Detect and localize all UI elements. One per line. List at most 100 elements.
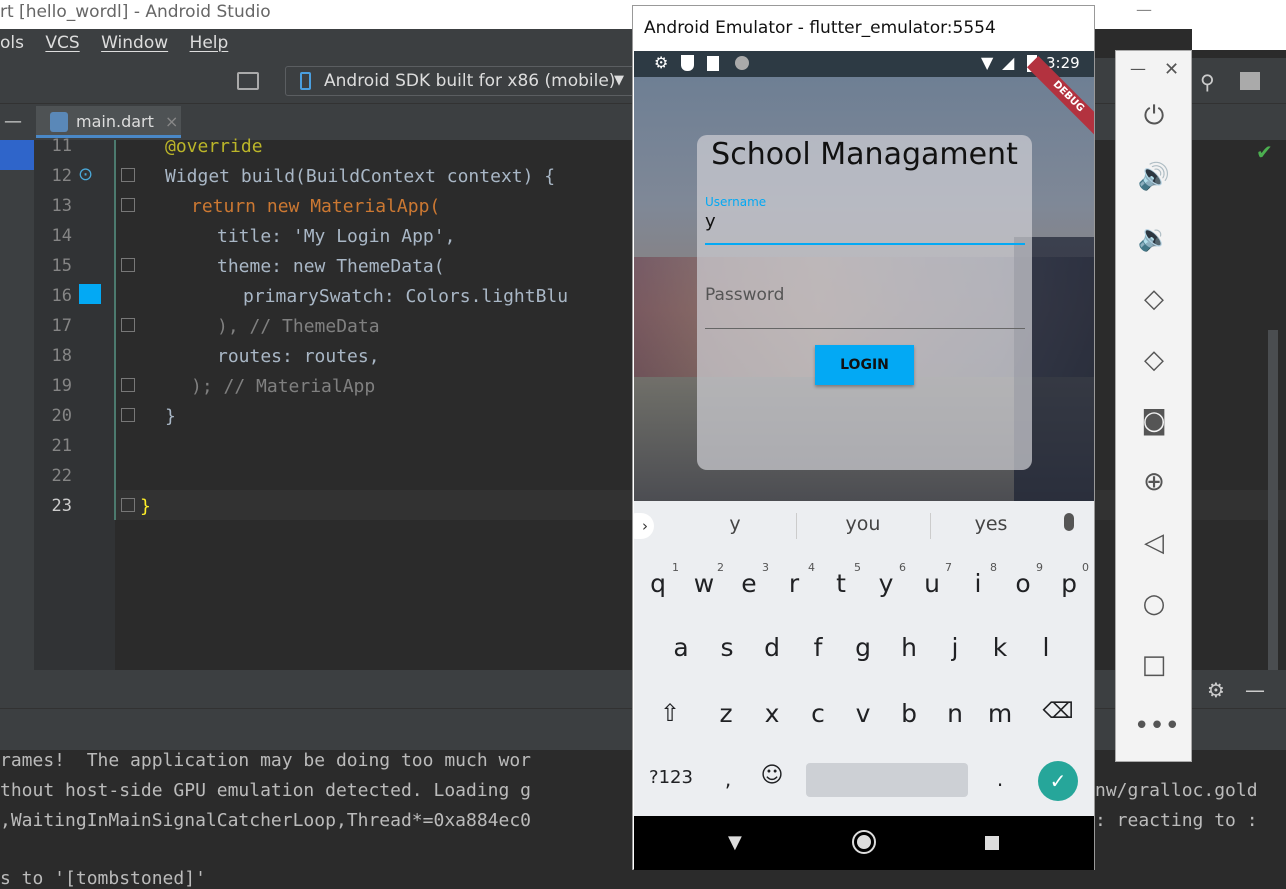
collapse-icon[interactable]: — <box>4 111 22 132</box>
code-line[interactable]: title: 'My Login App', <box>217 226 455 247</box>
close-icon[interactable]: × <box>165 112 178 131</box>
close-icon[interactable]: ✕ <box>1164 59 1179 80</box>
scrollbar[interactable] <box>1268 330 1278 670</box>
power-icon[interactable]: ⏻ <box>1134 96 1174 136</box>
emoji-key-icon[interactable]: ☺ <box>752 763 792 788</box>
username-label: Username <box>705 195 767 209</box>
key-a[interactable]: a <box>661 633 701 662</box>
key-hint: 3 <box>762 561 769 574</box>
home-icon[interactable]: ○ <box>1134 584 1174 624</box>
rotate-left-icon[interactable]: ◇ <box>1134 279 1174 319</box>
login-button[interactable]: LOGIN <box>815 345 914 385</box>
left-tool-strip <box>0 140 34 670</box>
volume-down-icon[interactable]: 🔉 <box>1134 218 1174 258</box>
fold-icon[interactable] <box>121 498 135 512</box>
run-config-icon[interactable] <box>237 72 259 90</box>
key-n[interactable]: n <box>935 699 975 728</box>
backspace-key-icon[interactable]: ⌫ <box>1038 699 1078 724</box>
override-marker-icon[interactable]: ⊙ <box>78 164 93 185</box>
key-j[interactable]: j <box>935 633 975 662</box>
symbols-key[interactable]: ?123 <box>646 767 696 788</box>
camera-icon[interactable]: ◙ <box>1134 401 1174 441</box>
minimize-panel-icon[interactable]: — <box>1245 678 1265 702</box>
menu-window[interactable]: Window <box>101 33 168 53</box>
menu-vcs[interactable]: VCS <box>45 33 79 53</box>
fold-icon[interactable] <box>121 318 135 332</box>
key-z[interactable]: z <box>706 699 746 728</box>
signal-icon: ◢ <box>1002 53 1015 72</box>
soft-keyboard: › y you yes q w e r t y u i o p 1 2 3 4 … <box>634 501 1094 816</box>
fold-icon[interactable] <box>121 378 135 392</box>
zoom-icon[interactable]: ⊕ <box>1134 462 1174 502</box>
minimize-icon[interactable]: — <box>1130 59 1146 78</box>
device-selector[interactable]: Android SDK built for x86 (mobile) ▼ <box>285 66 635 96</box>
gear-icon[interactable]: ⚙ <box>1207 678 1225 702</box>
key-g[interactable]: g <box>843 633 883 662</box>
key-f[interactable]: f <box>798 633 838 662</box>
key-k[interactable]: k <box>980 633 1020 662</box>
suggestion[interactable]: you <box>822 513 904 535</box>
key-l[interactable]: l <box>1026 633 1066 662</box>
code-line[interactable]: theme: new ThemeData( <box>217 256 445 277</box>
key-b[interactable]: b <box>889 699 929 728</box>
key-m[interactable]: m <box>980 699 1020 728</box>
code-line[interactable]: Widget build(BuildContext context) { <box>165 166 555 187</box>
background-photo: DEBUG School Managament Username y Passw… <box>634 55 1094 527</box>
home-nav-icon[interactable] <box>852 830 876 854</box>
menu-help[interactable]: Help <box>190 33 229 53</box>
minimize-icon[interactable]: — <box>1136 0 1152 19</box>
code-line[interactable]: return new MaterialApp( <box>191 196 440 217</box>
password-field[interactable]: Password <box>705 285 784 305</box>
key-v[interactable]: v <box>843 699 883 728</box>
more-icon[interactable]: ••• <box>1134 706 1180 746</box>
space-bar[interactable] <box>806 763 968 797</box>
suggestion[interactable]: y <box>694 513 776 535</box>
search-icon[interactable]: ⚲ <box>1200 70 1215 94</box>
project-tool-button[interactable] <box>0 140 34 170</box>
back-icon[interactable]: ◁ <box>1134 523 1174 563</box>
code-line[interactable]: primarySwatch: Colors.lightBlu <box>243 286 568 307</box>
recents-nav-icon[interactable] <box>985 836 999 850</box>
shift-key-icon[interactable]: ⇧ <box>650 699 690 727</box>
emulator-window: Android Emulator - flutter_emulator:5554… <box>632 5 1095 870</box>
device-screen[interactable]: ⚙ ▼ ◢ 3:29 DEBUG School Managament Usern… <box>634 51 1094 870</box>
period-key[interactable]: . <box>980 767 1020 791</box>
key-hint: 2 <box>717 561 724 574</box>
key-hint: 9 <box>1036 561 1043 574</box>
code-line[interactable]: routes: routes, <box>217 346 380 367</box>
suggestion[interactable]: yes <box>950 513 1032 535</box>
line-number: 23 <box>51 496 72 516</box>
code-line[interactable]: } <box>140 496 151 517</box>
key-h[interactable]: h <box>889 633 929 662</box>
divider <box>930 513 931 539</box>
fold-icon[interactable] <box>121 198 135 212</box>
dart-file-icon <box>50 112 68 132</box>
app-heading: School Managament <box>711 137 1018 172</box>
rotate-right-icon[interactable]: ◇ <box>1134 340 1174 380</box>
project-structure-icon[interactable] <box>1240 72 1260 90</box>
code-line[interactable]: @override <box>165 136 263 157</box>
microphone-icon[interactable] <box>1064 513 1074 531</box>
overview-icon[interactable]: □ <box>1134 645 1174 685</box>
nav-bar: ▼ <box>634 816 1094 870</box>
tab-main-dart[interactable]: main.dart × <box>36 106 181 138</box>
fold-icon[interactable] <box>121 168 135 182</box>
username-field[interactable]: y <box>705 211 716 232</box>
back-nav-icon[interactable]: ▼ <box>728 832 742 853</box>
comma-key[interactable]: , <box>708 767 748 791</box>
key-d[interactable]: d <box>752 633 792 662</box>
expand-icon[interactable]: › <box>634 513 654 539</box>
color-swatch-icon[interactable] <box>79 284 101 304</box>
code-line[interactable]: ), // ThemeData <box>217 316 380 337</box>
key-x[interactable]: x <box>752 699 792 728</box>
volume-up-icon[interactable]: 🔊 <box>1134 157 1174 197</box>
menu-tools[interactable]: ols <box>0 33 24 53</box>
done-check-icon[interactable]: ✓ <box>1038 761 1078 801</box>
fold-icon[interactable] <box>121 408 135 422</box>
key-c[interactable]: c <box>798 699 838 728</box>
code-line[interactable]: } <box>165 406 176 427</box>
circle-icon <box>735 56 749 70</box>
code-line[interactable]: ); // MaterialApp <box>191 376 375 397</box>
key-s[interactable]: s <box>707 633 747 662</box>
fold-icon[interactable] <box>121 258 135 272</box>
